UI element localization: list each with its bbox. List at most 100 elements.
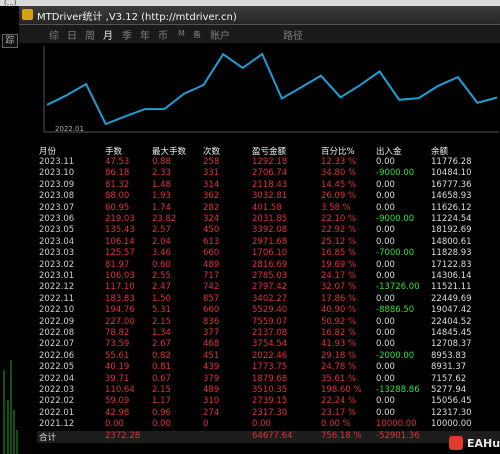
table-row[interactable]: 2022.07 73.59 2.67 468 3754.54 41.93 % 0.00 127… [37,339,500,351]
table-cell: 24.17 % [321,271,357,281]
col-header-count[interactable]: 次数 [203,145,220,157]
table-cell: 0.00 [376,339,395,350]
table-cell: 34.80 % [321,168,357,179]
table-cell: 0.00 % [321,419,351,430]
table-row[interactable]: 2023.11 47.53 0.88 258 1292.18 12.33 % 0.00 117… [37,157,500,169]
tab-quarter[interactable]: 季 [122,27,132,42]
table-row[interactable]: 2023.09 81.32 1.48 314 2118.43 14.45 % 0.00 167… [37,180,500,192]
table-row[interactable]: 2023.05 135.43 2.57 450 3392.08 22.92 % 0.00 18… [37,225,500,237]
table-row[interactable]: 2021.12 0.00 0.00 0 0.00 0.00 % 10000.00 10000.… [37,419,500,431]
table-cell: 2372.28 [105,430,141,441]
table-cell: -52901.36 [376,430,420,441]
col-header-deposit[interactable]: 出入金 [376,145,402,157]
table-cell: 5.31 [152,305,171,316]
table-cell: 468 [203,339,220,350]
table-cell: 22.10 % [321,214,357,224]
eahub-logo-icon [449,436,463,450]
table-cell: 10484.10 [431,168,472,179]
table-row[interactable]: 2022.05 40.19 0.81 439 1773.75 24.78 % 0.00 893… [37,362,500,374]
tab-year[interactable]: 年 [140,27,150,42]
table-row[interactable]: 2022.09 227.00 2.15 836 7559.07 50.92 % 0.00 22… [37,317,500,329]
tracking-button[interactable]: 踪 [2,34,18,48]
col-header-lots[interactable]: 手数 [105,145,122,157]
tab-currency[interactable]: 币 [158,27,168,42]
table-cell: 7559.07 [252,316,288,327]
window-titlebar[interactable]: MTDriver统计 ,V3.12 (http://mtdriver.cn) [19,6,500,25]
table-cell: 41.93 % [321,339,357,350]
table-cell: 16.82 % [321,328,357,338]
col-header-profit[interactable]: 盈亏金额 [252,145,286,157]
table-row[interactable]: 2023.03 125.57 3.46 660 1706.10 16.85 % -7000.… [37,248,500,260]
table-cell: 0.00 [105,419,124,430]
table-cell: 2023.04 [39,236,75,247]
table-row[interactable]: 2022.01 42.98 0.96 274 2317.30 23.17 % 0.00 123… [37,408,500,420]
table-row[interactable]: 2022.04 39.71 0.67 379 1879.68 35.61 % 0.00 715… [37,374,500,386]
table-cell: 1292.18 [252,157,288,167]
table-cell: 15056.45 [431,396,472,407]
table-cell: 47.53 [105,157,130,167]
table-cell: -2000.00 [376,350,415,361]
table-row[interactable]: 2022.11 183.83 1.50 857 3402.27 17.86 % 0.00 22… [37,294,500,306]
col-header-percent[interactable]: 百分比% [321,145,355,157]
table-row[interactable]: 2022.03 110.64 2.15 489 3510.35 198.60 % -1328… [37,385,500,397]
table-cell: 17.86 % [321,293,357,304]
table-cell: 258 [203,157,220,167]
table-row[interactable]: 2023.01 106.03 2.55 717 2785.03 24.17 % 0.00 14… [37,271,500,283]
col-header-max-lots[interactable]: 最大手数 [152,145,186,157]
table-cell: 2.04 [152,236,171,247]
tab-path[interactable]: 路径 [283,27,303,42]
table-cell: 2.33 [152,168,171,179]
table-row[interactable]: 2023.02 81.97 0.60 489 2816.69 19.69 % 0.00 171… [37,260,500,272]
table-cell: 39.71 [105,373,130,384]
table-row[interactable]: 2023.07 60.95 1.74 282 401.58 3.58 % 0.00 11626… [37,203,500,215]
table-row[interactable]: 2023.08 88.00 1.93 362 3032.81 26.09 % 0.00 146… [37,191,500,203]
table-cell: 2022.06 [39,350,75,361]
table-row[interactable]: 2023.10 86.18 2.33 331 2706.74 34.80 % -9000.0… [37,168,500,180]
table-cell: 2023.10 [39,168,75,179]
table-row[interactable]: 2022.10 194.76 5.31 660 5529.40 40.90 % -8886.… [37,305,500,317]
table-total-row[interactable]: 合计 2372.28 64677.64 756.18 % -52901.36 [37,430,500,443]
table-cell: 1.17 [152,396,171,407]
table-cell: 40.90 % [321,305,357,316]
table-row[interactable]: 2022.06 55.61 0.82 451 2022.46 29.18 % -2000.0… [37,351,500,363]
table-row[interactable]: 2022.08 78.82 1.34 377 2137.08 16.82 % 0.00 148… [37,328,500,340]
table-cell: 2022.02 [39,396,75,407]
table-cell: 2022.04 [39,373,75,384]
table-cell: 23.82 [152,214,177,224]
col-header-balance[interactable]: 余额 [431,145,448,157]
table-row[interactable]: 2023.06 219.03 23.82 324 2031.85 22.10 % -9000… [37,214,500,226]
tab-month[interactable]: 月 [103,27,113,42]
table-cell: 489 [203,259,220,270]
equity-line [46,52,498,126]
table-row[interactable]: 2022.12 117.10 2.47 742 2797.42 32.07 % -13726… [37,282,500,294]
table-cell: 25.12 % [321,236,357,247]
table-row[interactable]: 2022.02 59.09 1.17 310 2739.15 22.24 % 0.00 150… [37,396,500,408]
tab-note[interactable]: 备 [193,29,201,40]
table-cell: 0.00 [376,157,395,167]
table-cell: 17122.83 [431,259,472,270]
table-cell: 29.18 % [321,350,357,361]
tab-week[interactable]: 周 [85,27,95,42]
tab-overview[interactable]: 综 [49,27,59,42]
table-cell: 78.82 [105,328,130,338]
table-cell: 81.32 [105,179,130,190]
col-header-month[interactable]: 月份 [39,145,56,157]
table-cell: 2.55 [152,271,171,281]
table-cell: 22.24 % [321,396,357,407]
tab-account[interactable]: 账户 [210,27,230,42]
table-cell: 401.58 [252,202,282,213]
table-cell: 81.97 [105,259,130,270]
tab-day[interactable]: 日 [67,27,77,42]
table-cell: 2816.69 [252,259,288,270]
table-cell: 742 [203,282,220,293]
table-cell: 2023.06 [39,214,75,224]
table-cell: 2022.03 [39,385,75,395]
table-cell: 857 [203,293,220,304]
table-cell: 3510.35 [252,385,288,395]
table-cell: 3.46 [152,248,171,259]
tab-m[interactable]: M [178,29,185,38]
table-cell: 50.92 % [321,316,357,327]
table-cell: 16777.36 [431,179,472,190]
table-row[interactable]: 2023.04 106.14 2.04 613 2971.68 25.12 % 0.00 14… [37,237,500,249]
table-cell: 2022.01 [39,407,75,418]
